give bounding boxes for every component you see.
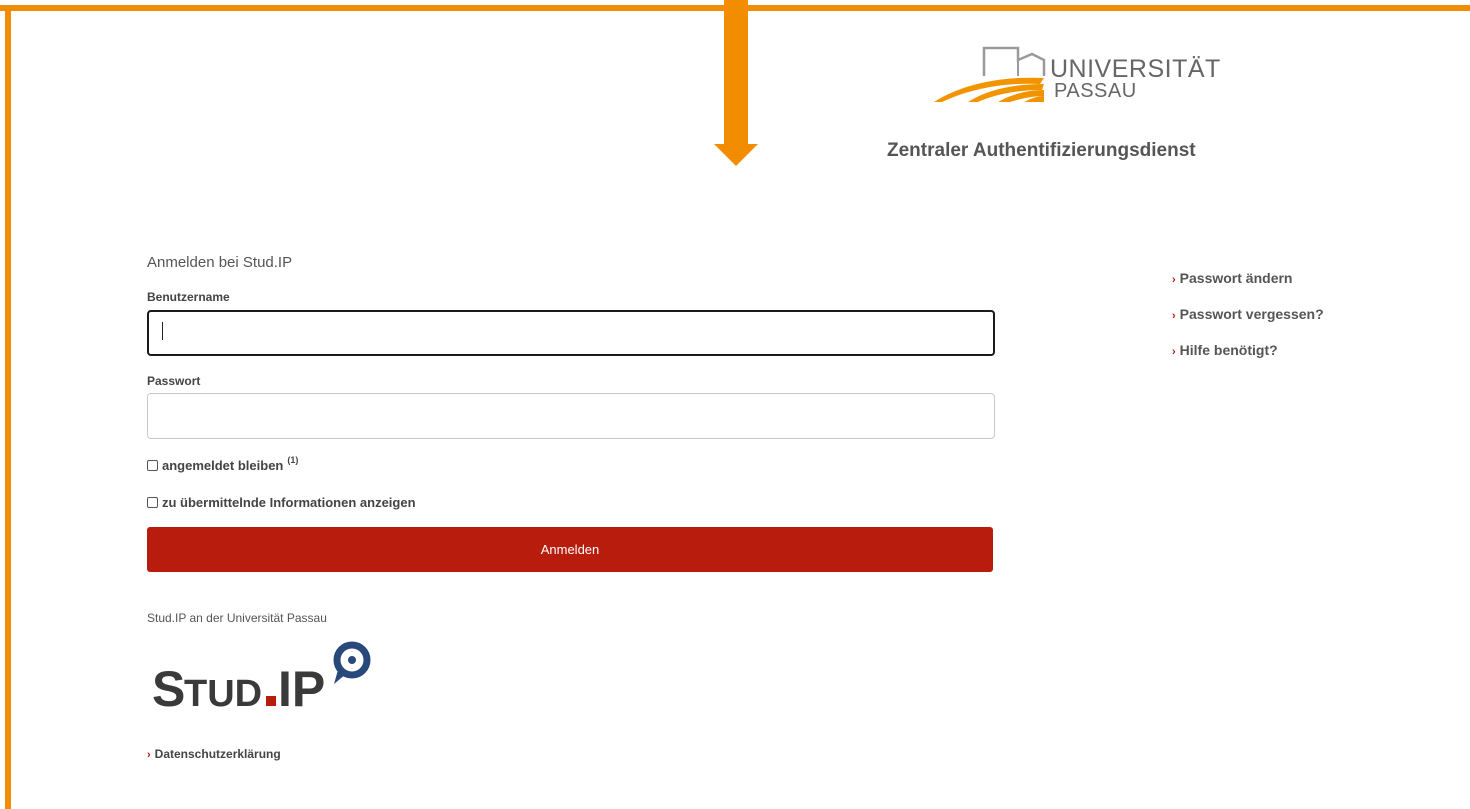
forgot-password-label[interactable]: Passwort vergessen? — [1180, 306, 1324, 322]
svg-text:IP: IP — [278, 661, 325, 717]
show-info-row[interactable]: zu übermittelnde Informationen anzeigen — [147, 495, 416, 510]
service-title: Zentraler Authentifizierungsdienst — [887, 140, 1196, 161]
privacy-link[interactable]: › Datenschutzerklärung — [147, 747, 281, 761]
chevron-right-icon: › — [1172, 274, 1176, 286]
login-heading: Anmelden bei Stud.IP — [147, 254, 293, 271]
chevron-right-icon: › — [1172, 310, 1176, 322]
annotation-frame-top — [746, 5, 1470, 11]
password-label: Passwort — [147, 374, 201, 388]
help-label[interactable]: Hilfe benötigt? — [1180, 342, 1278, 358]
annotation-arrow-head-icon — [714, 144, 758, 166]
annotation-frame-top — [0, 5, 727, 11]
chevron-right-icon: › — [1172, 346, 1176, 358]
show-info-label[interactable]: zu übermittelnde Informationen anzeigen — [162, 495, 416, 510]
login-page: UNIVERSITÄT PASSAU Zentraler Authentifiz… — [0, 0, 1470, 809]
show-info-checkbox[interactable] — [147, 497, 158, 508]
svg-text:TUD: TUD — [184, 673, 262, 715]
username-input[interactable] — [147, 310, 995, 356]
change-password-link[interactable]: › Passwort ändern — [1172, 270, 1324, 290]
university-name-line2: PASSAU — [1054, 80, 1137, 102]
annotation-frame-left — [5, 5, 11, 809]
annotation-arrow-icon — [724, 0, 748, 146]
remember-me-footnote: (1) — [287, 454, 299, 465]
help-link[interactable]: › Hilfe benötigt? — [1172, 342, 1324, 362]
studip-logo: S TUD IP — [152, 641, 371, 717]
username-label: Benutzername — [147, 290, 230, 304]
university-name-line1: UNIVERSITÄT — [1050, 55, 1221, 83]
remember-me-checkbox[interactable] — [147, 460, 158, 471]
forgot-password-link[interactable]: › Passwort vergessen? — [1172, 306, 1324, 326]
svg-text:S: S — [152, 661, 185, 717]
change-password-label[interactable]: Passwort ändern — [1180, 270, 1293, 286]
login-button-label: Anmelden — [540, 542, 600, 557]
login-button[interactable]: Anmelden — [147, 527, 993, 572]
help-links: › Passwort ändern › Passwort vergessen? › H… — [1172, 270, 1324, 378]
privacy-link-label[interactable]: Datenschutzerklärung — [155, 747, 281, 761]
studip-service-text: Stud.IP an der Universität Passau — [147, 611, 327, 625]
remember-me-label[interactable]: angemeldet bleiben — [162, 458, 283, 473]
remember-me-row[interactable]: angemeldet bleiben (1) — [147, 454, 299, 473]
text-caret — [162, 322, 163, 340]
chevron-right-icon: › — [147, 749, 151, 761]
password-input[interactable] — [147, 393, 995, 439]
